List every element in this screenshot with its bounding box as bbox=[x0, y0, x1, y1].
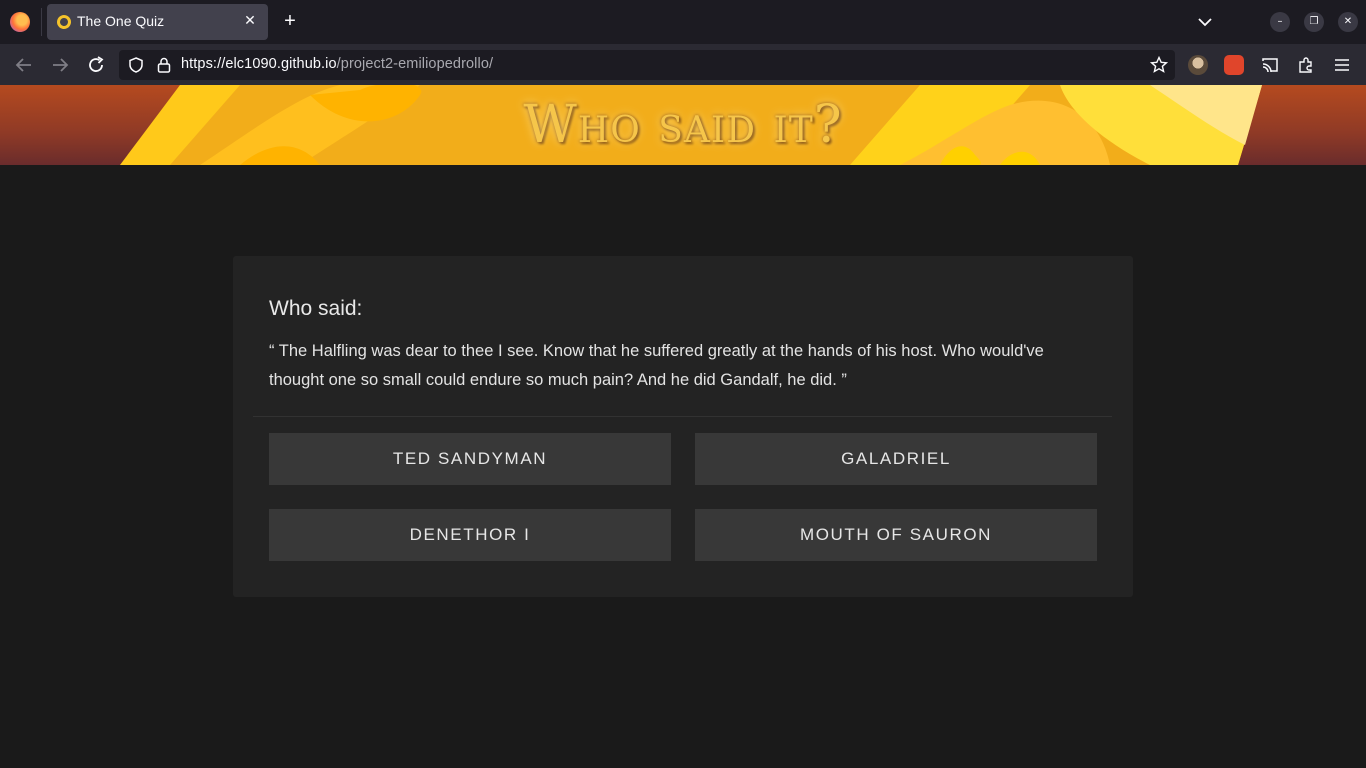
tab-title: The One Quiz bbox=[77, 13, 165, 29]
account-avatar-icon[interactable] bbox=[1188, 55, 1208, 75]
quote-text: “ The Halfling was dear to thee I see. K… bbox=[269, 342, 1044, 389]
window-close-button[interactable]: ✕ bbox=[1338, 12, 1358, 32]
page-banner: Who said it? bbox=[0, 85, 1366, 165]
url-host: https://elc1090.github.io bbox=[181, 56, 337, 72]
answer-button-1[interactable]: TED SANDYMAN bbox=[269, 433, 671, 485]
hamburger-icon[interactable] bbox=[1332, 55, 1352, 75]
new-tab-button[interactable]: + bbox=[279, 10, 301, 32]
shield-icon[interactable] bbox=[127, 56, 145, 74]
quiz-card: Who said: “ The Halfling was dear to the… bbox=[233, 256, 1133, 597]
answer-button-3[interactable]: DENETHOR I bbox=[269, 509, 671, 561]
star-icon[interactable] bbox=[1149, 55, 1169, 75]
firefox-logo-icon[interactable] bbox=[10, 12, 30, 32]
url-bar[interactable]: https://elc1090.github.io/project2-emili… bbox=[119, 50, 1175, 80]
window-minimize-button[interactable]: – bbox=[1270, 12, 1290, 32]
reload-icon[interactable] bbox=[84, 53, 108, 77]
arrow-right-icon[interactable] bbox=[48, 53, 72, 77]
puzzle-icon[interactable] bbox=[1296, 55, 1316, 75]
answer-button-2[interactable]: GALADRIEL bbox=[695, 433, 1097, 485]
cast-icon[interactable] bbox=[1260, 55, 1280, 75]
tab-close-icon[interactable]: ✕ bbox=[240, 11, 260, 31]
lock-icon[interactable] bbox=[155, 56, 173, 74]
answer-button-4[interactable]: MOUTH OF SAURON bbox=[695, 509, 1097, 561]
browser-nav-bar: https://elc1090.github.io/project2-emili… bbox=[0, 44, 1366, 85]
banner-title: Who said it? bbox=[523, 95, 843, 155]
url-text[interactable]: https://elc1090.github.io/project2-emili… bbox=[181, 56, 493, 72]
chevron-down-icon[interactable] bbox=[1195, 12, 1215, 32]
browser-tab-bar: The One Quiz ✕ + – ❐ ✕ bbox=[0, 0, 1366, 44]
ring-favicon-icon bbox=[54, 12, 74, 32]
url-path: /project2-emiliopedrollo/ bbox=[336, 56, 494, 72]
tab-separator bbox=[41, 8, 42, 36]
divider bbox=[253, 416, 1112, 417]
arrow-left-icon[interactable] bbox=[12, 53, 36, 77]
browser-tab-active[interactable]: The One Quiz ✕ bbox=[47, 4, 268, 40]
window-restore-button[interactable]: ❐ bbox=[1304, 12, 1324, 32]
question-label: Who said: bbox=[269, 297, 363, 320]
extension-red-icon[interactable] bbox=[1224, 55, 1244, 75]
